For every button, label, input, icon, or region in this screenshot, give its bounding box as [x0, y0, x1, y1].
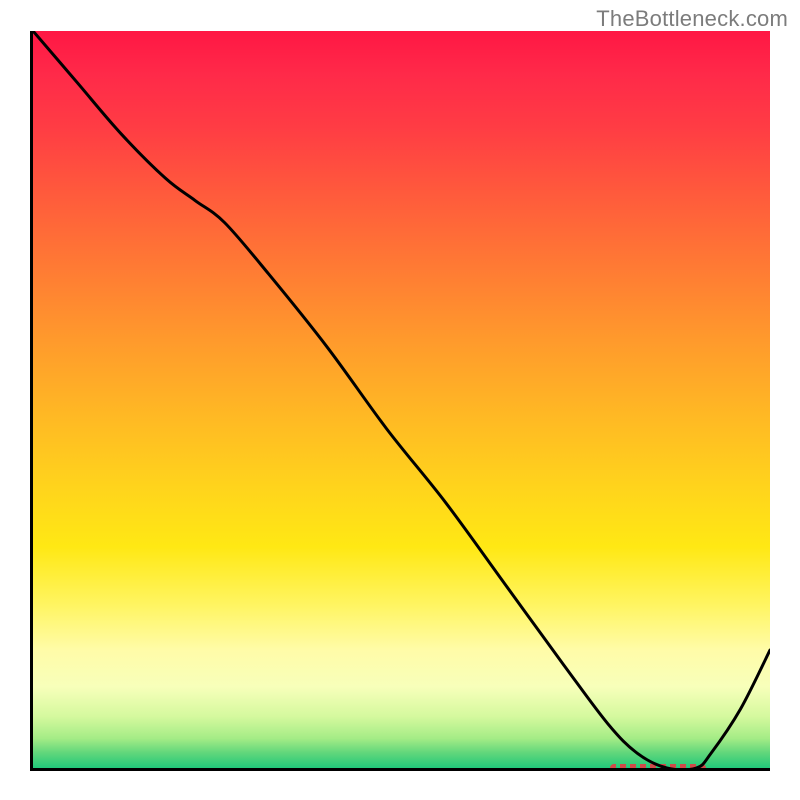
bottleneck-curve — [33, 31, 770, 768]
watermark-text: TheBottleneck.com — [596, 6, 788, 32]
chart-stage: TheBottleneck.com — [0, 0, 800, 800]
plot-area — [30, 31, 770, 771]
